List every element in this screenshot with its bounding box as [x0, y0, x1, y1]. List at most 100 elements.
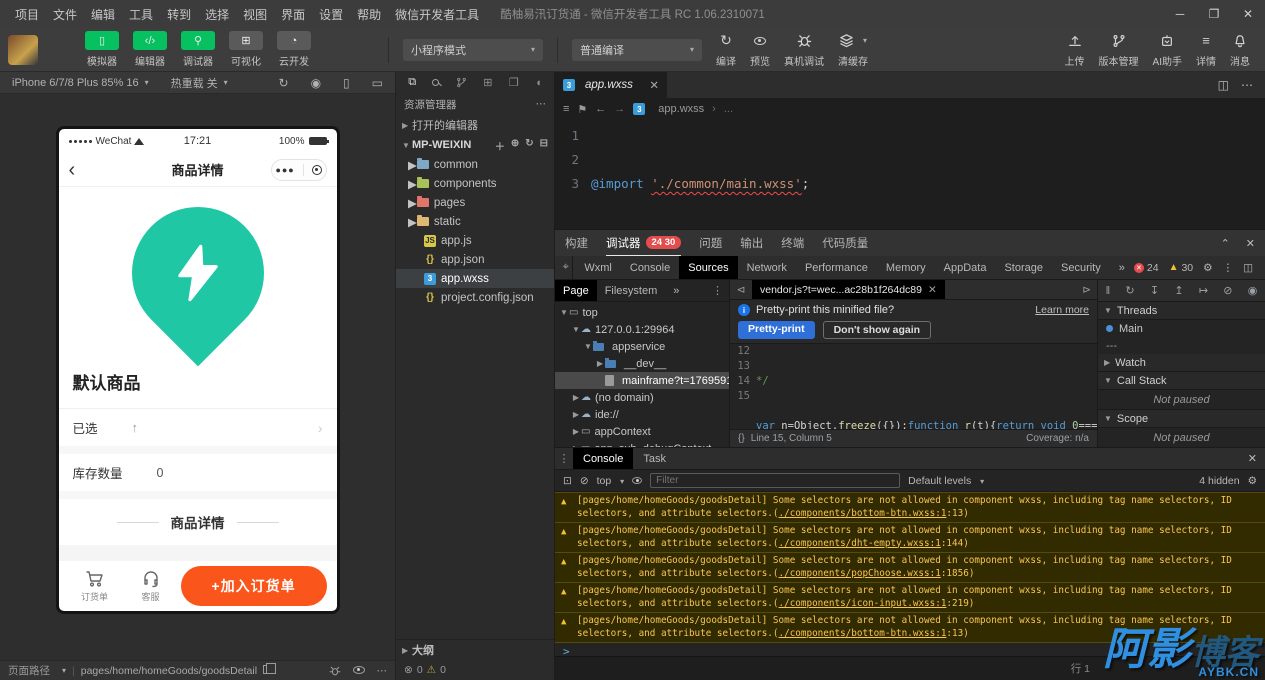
menu-goto[interactable]: 转到 [160, 0, 198, 28]
new-folder-icon[interactable]: ⊕ [511, 138, 519, 153]
more-tabs-icon[interactable]: » [1110, 256, 1134, 279]
preview-button[interactable]: 预览 [750, 31, 770, 68]
hot-reload-select[interactable]: 热重载 关 ▾ [171, 75, 228, 91]
eye-icon[interactable] [353, 665, 365, 677]
tab-terminal[interactable]: 终端 [781, 230, 804, 256]
device-frame-icon[interactable]: ▯ [343, 76, 350, 90]
tab-output[interactable]: 输出 [740, 230, 763, 256]
more-tabs-icon[interactable]: » [665, 280, 687, 301]
breadcrumb-more[interactable]: ... [724, 103, 733, 115]
watch-section[interactable]: ▶Watch [1098, 354, 1265, 372]
pretty-print-button[interactable]: Pretty-print [738, 321, 815, 339]
upload-button[interactable]: 上传 [1065, 31, 1085, 68]
rotate-icon[interactable]: ↻ [279, 76, 289, 90]
back-icon[interactable]: ‹ [69, 160, 76, 180]
menu-edit[interactable]: 编辑 [84, 0, 122, 28]
tab-task[interactable]: Task [633, 448, 676, 469]
threads-section[interactable]: ▼Threads [1098, 302, 1265, 320]
folder-components[interactable]: ▶ components [396, 174, 554, 193]
refresh-icon[interactable]: ↻ [525, 138, 533, 153]
error-count[interactable]: ✕24 [1134, 262, 1159, 274]
search-icon[interactable] [432, 77, 439, 89]
file-app-wxss[interactable]: 3 app.wxss [396, 269, 554, 288]
dock-icon[interactable]: ◫ [1243, 262, 1253, 274]
step-into-icon[interactable]: ↧ [1150, 284, 1159, 297]
project-root-row[interactable]: ▼ MP-WEIXIN ＋ ⊕ ↻ ⊟ [396, 135, 554, 155]
tab-security[interactable]: Security [1052, 256, 1110, 279]
tab-problems[interactable]: 问题 [699, 230, 722, 256]
details-button[interactable]: ≡ 详情 [1196, 31, 1216, 68]
tab-app-wxss[interactable]: 3 app.wxss ✕ [555, 72, 667, 98]
kebab-menu-icon[interactable]: ⋮ [1223, 262, 1234, 274]
warning-count[interactable]: ▲30 [1169, 262, 1194, 274]
file-app-json[interactable]: {} app.json [396, 250, 554, 269]
inspect-icon[interactable]: ⌖ [559, 256, 573, 279]
menu-help[interactable]: 帮助 [350, 0, 388, 28]
chat-icon[interactable]: ▭ [372, 76, 383, 90]
collapse-icon[interactable]: ⌃ [1221, 237, 1230, 250]
context-select[interactable]: top ▾ [597, 475, 625, 487]
step-out-icon[interactable]: ↥ [1174, 284, 1183, 297]
folder-static[interactable]: ▶ static [396, 212, 554, 231]
close-button[interactable]: ✕ [1231, 0, 1265, 28]
tree-top[interactable]: ▼▭top [555, 304, 729, 321]
add-to-order-button[interactable]: +加入订货单 [181, 566, 327, 606]
tree-ide[interactable]: ▶☁ide:// [555, 406, 729, 423]
source-link[interactable]: ./components/popChoose.wxss:1 [779, 568, 941, 579]
simulator-button[interactable]: ▯ 模拟器 [85, 31, 119, 68]
source-link[interactable]: ./components/bottom-btn.wxss:1 [779, 508, 947, 519]
capsule-menu[interactable]: ●●● [271, 159, 327, 181]
tree-no-domain[interactable]: ▶☁(no domain) [555, 389, 729, 406]
window-icon[interactable]: ❒ [509, 76, 519, 89]
problem-counts[interactable]: ⊗ 0 ⚠ 0 [396, 660, 554, 680]
messages-button[interactable]: 消息 [1230, 31, 1250, 68]
gear-icon[interactable]: ⚙ [1248, 475, 1257, 487]
menu-project[interactable]: 项目 [8, 0, 46, 28]
gear-icon[interactable]: ⚙ [1203, 262, 1212, 274]
dont-show-again-button[interactable]: Don't show again [823, 321, 932, 339]
tab-console[interactable]: Console [621, 256, 679, 279]
list-icon[interactable]: ≡ [563, 103, 569, 115]
step-icon[interactable]: ↦ [1199, 284, 1208, 297]
menu-tools[interactable]: 工具 [122, 0, 160, 28]
clear-console-icon[interactable]: ⊘ [580, 475, 589, 487]
show-navigator-icon[interactable]: ⊲ [730, 284, 752, 296]
tab-debugger[interactable]: 调试器 24 30 [606, 230, 681, 256]
close-icon[interactable]: ✕ [649, 78, 659, 92]
folder-pages[interactable]: ▶ pages [396, 193, 554, 212]
tree-mainframe[interactable]: mainframe?t=17695916772 [555, 372, 729, 389]
maximize-button[interactable]: ❐ [1197, 0, 1231, 28]
tab-appdata[interactable]: AppData [935, 256, 996, 279]
tab-page[interactable]: Page [555, 280, 597, 301]
tree-debugcontext[interactable]: ▶▭app_sub_debugContext [555, 440, 729, 447]
tab-sources[interactable]: Sources [679, 256, 737, 279]
order-list-button[interactable]: 订货单 [69, 570, 121, 603]
new-file-icon[interactable]: ＋ [495, 138, 505, 153]
callstack-section[interactable]: ▼Call Stack [1098, 372, 1265, 390]
outline-row[interactable]: ▶ 大纲 [396, 640, 554, 660]
debugger-button[interactable]: ⚲ 调试器 [181, 31, 215, 68]
console-prompt[interactable] [555, 643, 1265, 656]
clear-cache-button[interactable]: ▾ 清缓存 [838, 31, 868, 68]
bookmark-icon[interactable]: ⚑ [577, 103, 587, 116]
menu-interface[interactable]: 界面 [274, 0, 312, 28]
source-link[interactable]: ./components/icon-input.wxss:1 [779, 598, 947, 609]
kebab-menu-icon[interactable]: ⋮ [555, 452, 573, 465]
user-avatar[interactable] [8, 35, 38, 65]
tab-memory[interactable]: Memory [877, 256, 935, 279]
tab-wxml[interactable]: Wxml [575, 256, 621, 279]
compile-mode-select[interactable]: 普通编译 ▾ [572, 39, 702, 61]
show-debugger-icon[interactable]: ⊳ [1082, 284, 1097, 296]
split-editor-icon[interactable]: ◫ [1218, 78, 1229, 92]
tab-console-bottom[interactable]: Console [573, 448, 633, 469]
minimize-button[interactable]: ─ [1163, 0, 1197, 28]
menu-settings[interactable]: 设置 [312, 0, 350, 28]
thread-main[interactable]: Main [1098, 320, 1265, 337]
open-editors-row[interactable]: ▶ 打开的编辑器 [396, 115, 554, 135]
files-icon[interactable]: ⧉ [408, 76, 416, 89]
copy-icon[interactable] [263, 665, 271, 677]
tree-appcontext[interactable]: ▶▭appContext [555, 423, 729, 440]
collapse-all-icon[interactable]: ⊟ [540, 138, 548, 153]
source-link[interactable]: ./components/bottom-btn.wxss:1 [779, 628, 947, 639]
compile-button[interactable]: ↻ 编译 [716, 31, 736, 68]
